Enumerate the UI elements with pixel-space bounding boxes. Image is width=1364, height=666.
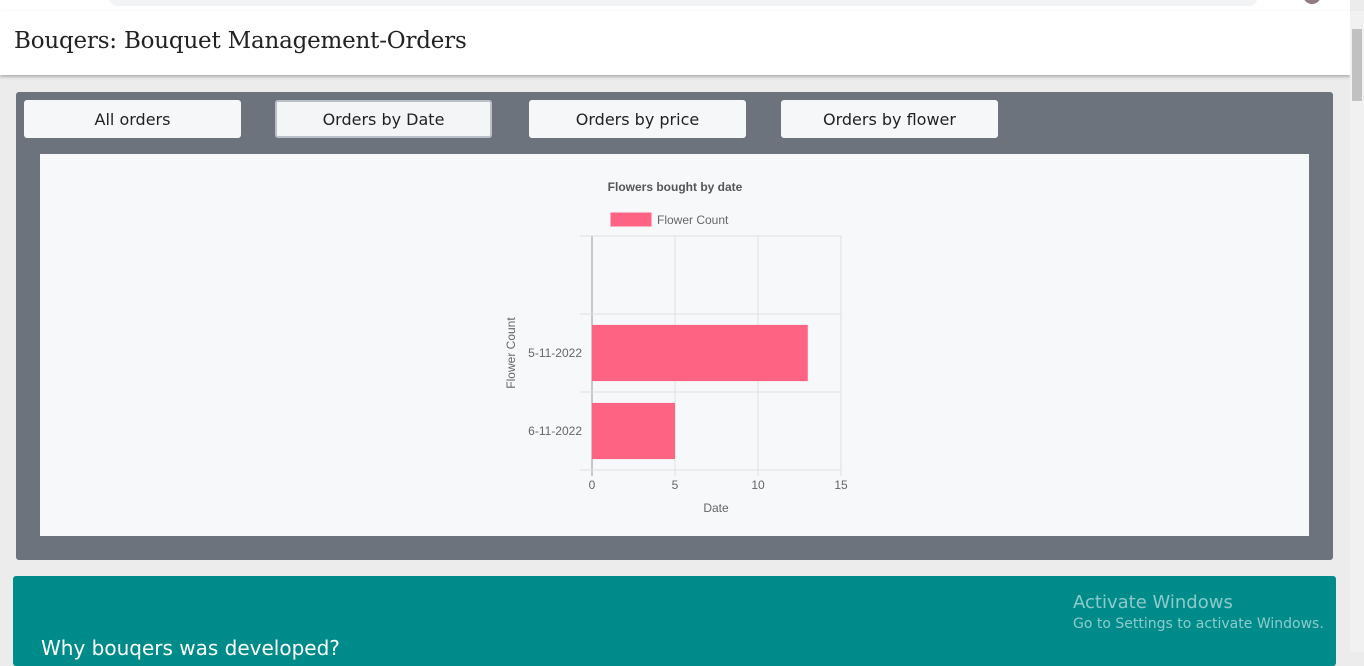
y-axis-title: Flower Count <box>504 317 518 389</box>
x-axis-title: Date <box>703 501 729 515</box>
x-tick-label: 15 <box>834 478 848 492</box>
address-bar[interactable] <box>108 0 1258 6</box>
tab-orders-by-flower[interactable]: Orders by flower <box>781 100 998 138</box>
chart-legend[interactable]: Flower Count <box>610 212 729 227</box>
chart-container: Flowers bought by date Flower Count Flow… <box>40 154 1309 536</box>
tab-orders-by-date[interactable]: Orders by Date <box>275 100 492 138</box>
chart-title: Flowers bought by date <box>608 180 743 194</box>
profile-avatar[interactable] <box>1303 0 1321 4</box>
windows-activation-watermark: Activate Windows Go to Settings to activ… <box>1073 592 1324 632</box>
x-tick-label: 0 <box>589 478 596 492</box>
x-tick-label: 5 <box>672 478 679 492</box>
watermark-subtitle: Go to Settings to activate Windows. <box>1073 616 1324 632</box>
bar-6-11-2022[interactable] <box>592 402 675 460</box>
scrollbar-thumb[interactable] <box>1352 29 1362 101</box>
tab-orders-by-price[interactable]: Orders by price <box>529 100 746 138</box>
legend-label: Flower Count <box>657 213 729 227</box>
info-heading: Why bouqers was developed? <box>41 636 340 660</box>
browser-top-strip <box>0 0 1350 11</box>
y-tick-label: 6-11-2022 <box>528 424 582 438</box>
vertical-scrollbar[interactable] <box>1350 11 1364 652</box>
page-title: Bouqers: Bouquet Management-Orders <box>14 28 467 54</box>
tab-all-orders[interactable]: All orders <box>24 100 241 138</box>
bar-5-11-2022[interactable] <box>592 324 808 382</box>
flowers-by-date-chart: Flowers bought by date Flower Count Flow… <box>504 180 848 515</box>
plot-area: 0 5 10 15 5-11-2022 6-11-2022 <box>528 235 848 492</box>
x-tick-label: 10 <box>751 478 765 492</box>
watermark-title: Activate Windows <box>1073 592 1233 613</box>
y-tick-label: 5-11-2022 <box>528 346 582 360</box>
legend-swatch <box>610 212 652 227</box>
page-header: Bouqers: Bouquet Management-Orders <box>0 11 1350 75</box>
